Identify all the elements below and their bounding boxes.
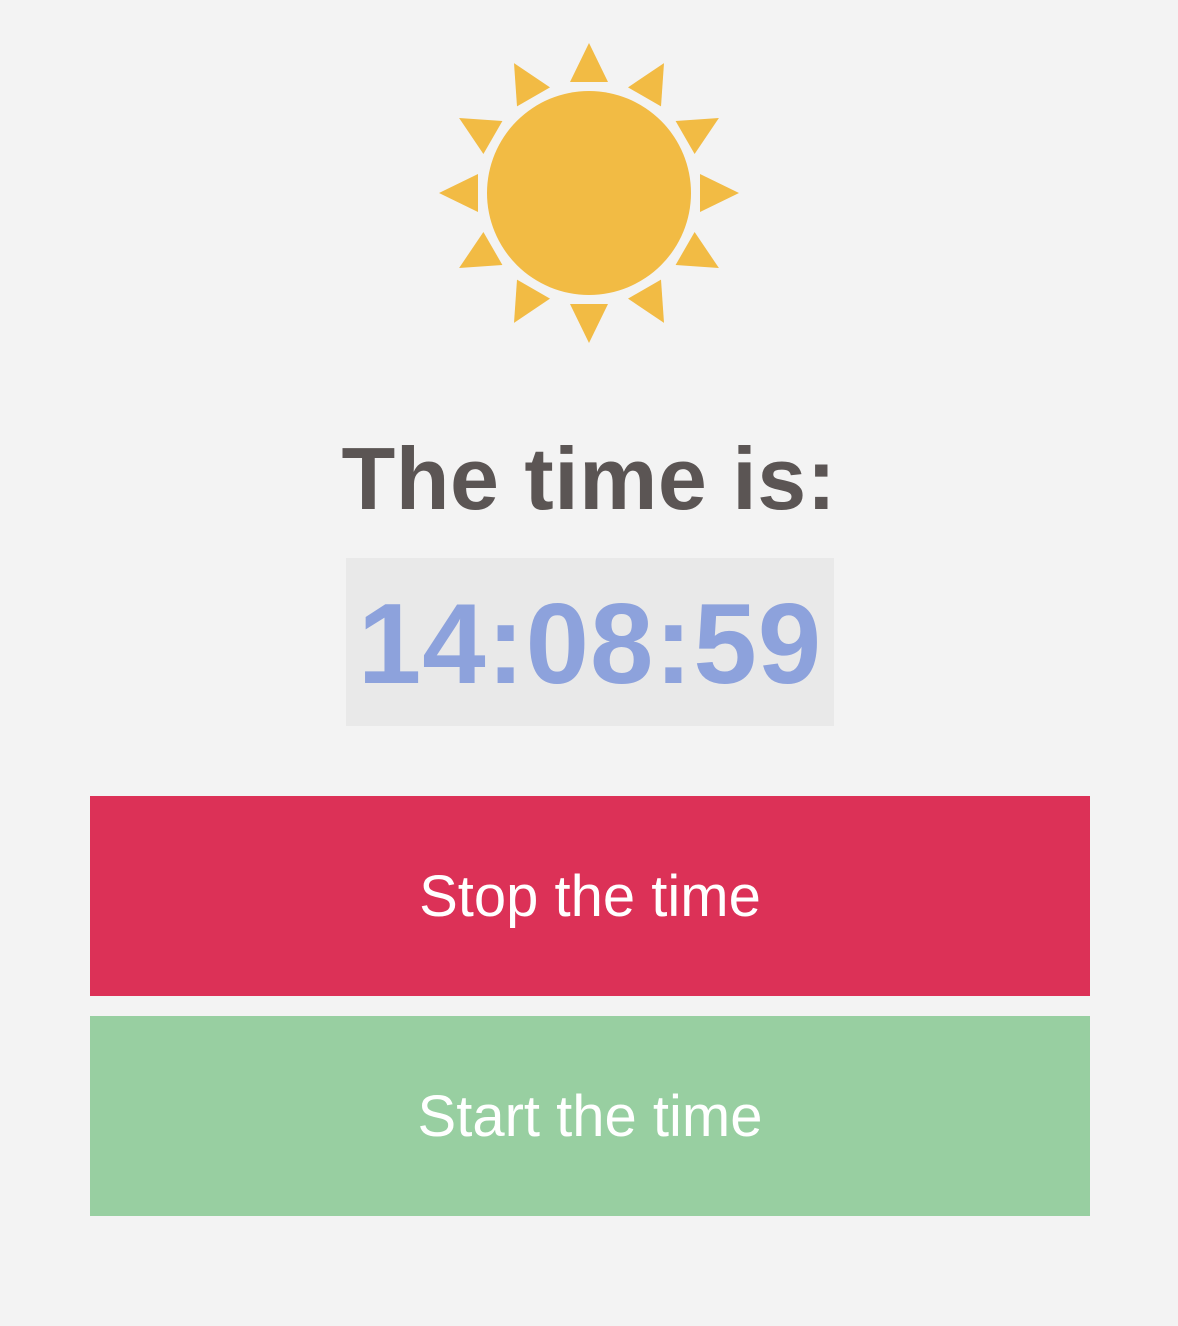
sun-ray bbox=[459, 232, 503, 268]
clock-display: 14:08:59 bbox=[346, 558, 834, 726]
sun-ray bbox=[700, 174, 739, 212]
sun-ray bbox=[628, 279, 664, 323]
sun-disc bbox=[487, 91, 691, 295]
clock-time: 14:08:59 bbox=[357, 581, 823, 708]
sun-ray bbox=[570, 43, 608, 82]
sun-ray bbox=[459, 118, 503, 154]
page-title: The time is: bbox=[341, 429, 837, 528]
sun-ray bbox=[675, 232, 719, 268]
sun-icon bbox=[439, 43, 739, 343]
sun-ray bbox=[628, 63, 664, 107]
sun-ray bbox=[570, 304, 608, 343]
clock-app: The time is: 14:08:59 Stop the time Star… bbox=[0, 0, 1178, 1326]
stop-time-button[interactable]: Stop the time bbox=[90, 796, 1090, 996]
start-time-button[interactable]: Start the time bbox=[90, 1016, 1090, 1216]
sun-ray bbox=[514, 63, 550, 107]
sun-ray bbox=[439, 174, 478, 212]
sun-ray bbox=[675, 118, 719, 154]
sun-ray bbox=[514, 279, 550, 323]
